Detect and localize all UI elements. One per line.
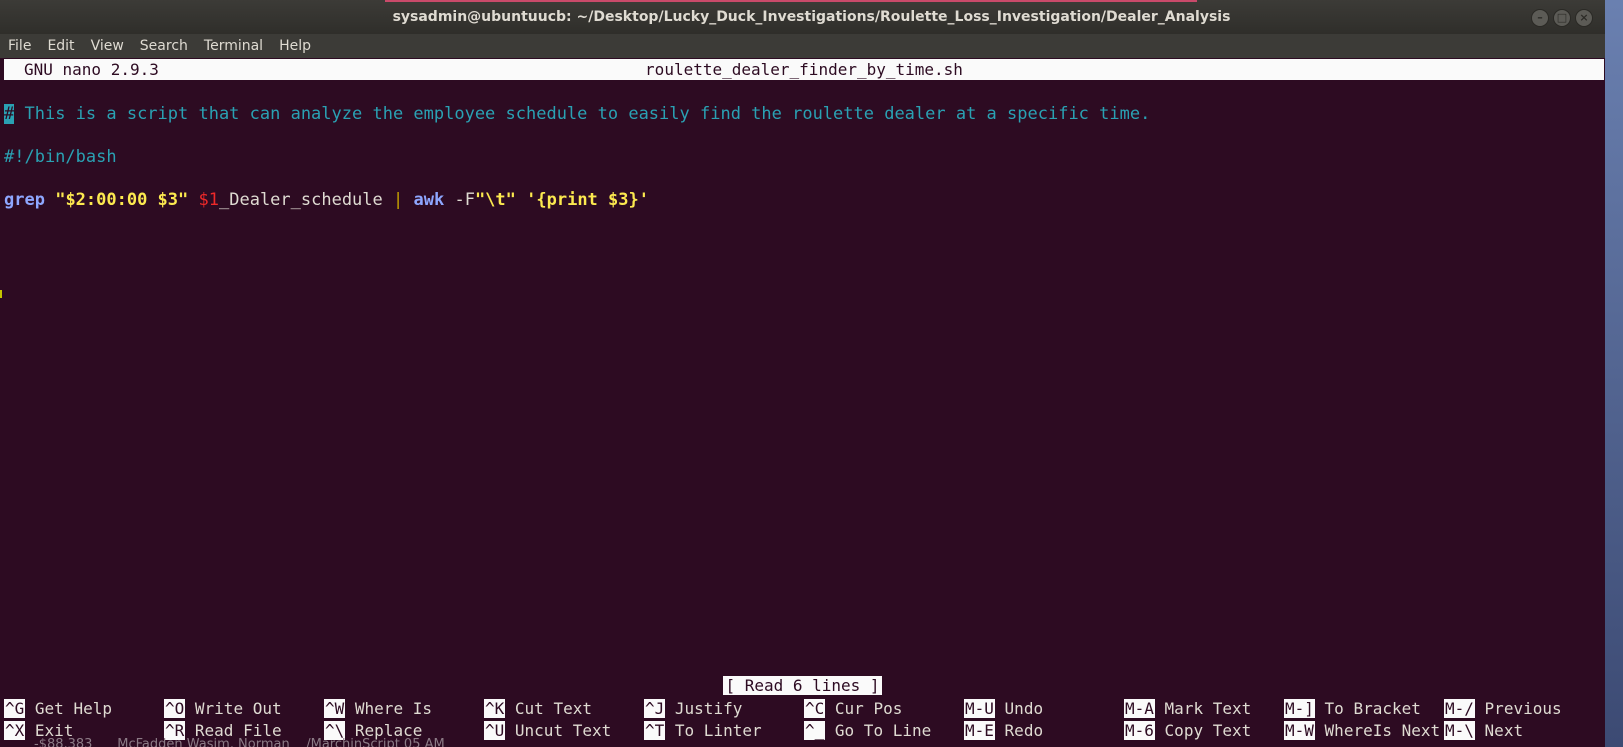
awk-keyword: awk — [413, 190, 445, 210]
background-window-text: -$88,383 McFadden Wasim, Norman /Marchin… — [34, 737, 445, 747]
shortcut-key: M-W — [1284, 721, 1315, 740]
shortcut-mark-text[interactable]: M-A Mark Text — [1124, 698, 1251, 720]
shortcut-redo[interactable]: M-E Redo — [964, 720, 1043, 742]
window-controls: – □ × — [1531, 9, 1593, 27]
shortcut-to-bracket[interactable]: M-] To Bracket — [1284, 698, 1421, 720]
menu-terminal[interactable]: Terminal — [196, 38, 271, 54]
shortcut-label: Copy Text — [1164, 721, 1252, 740]
shortcut-to-linter[interactable]: ^T To Linter — [644, 720, 762, 742]
shortcut-label: Undo — [1004, 699, 1044, 718]
margin-marker — [0, 290, 2, 298]
pipe-symbol: | — [393, 190, 404, 210]
terminal-window: sysadmin@ubuntuucb: ~/Desktop/Lucky_Duck… — [0, 0, 1623, 747]
editor-area[interactable]: # This is a script that can analyze the … — [4, 100, 1150, 210]
shortcut-key: ^K — [484, 699, 506, 718]
shortcut-go-to-line[interactable]: ^_ Go To Line — [804, 720, 931, 742]
shortcut-key: M-E — [964, 721, 995, 740]
status-message: [ Read 6 lines ] — [723, 676, 882, 695]
menu-edit[interactable]: Edit — [39, 38, 82, 54]
shortcut-label: Cut Text — [514, 699, 592, 718]
maximize-button[interactable]: □ — [1553, 9, 1571, 27]
shortcut-get-help[interactable]: ^G Get Help — [4, 698, 112, 720]
shortcut-label: Uncut Text — [514, 721, 612, 740]
shortcut-key: M-\ — [1444, 721, 1475, 740]
title-bar[interactable]: sysadmin@ubuntuucb: ~/Desktop/Lucky_Duck… — [0, 0, 1623, 34]
shortcut-undo[interactable]: M-U Undo — [964, 698, 1043, 720]
text-cursor: # — [4, 104, 15, 124]
shortcut-key: M-A — [1124, 699, 1155, 718]
shortcut-copy-text[interactable]: M-6 Copy Text — [1124, 720, 1251, 742]
shortcut-uncut-text[interactable]: ^U Uncut Text — [484, 720, 611, 742]
shortcut-write-out[interactable]: ^O Write Out — [164, 698, 282, 720]
shortcut-label: Justify — [674, 699, 743, 718]
status-line: [ Read 6 lines ] — [0, 676, 1605, 696]
shortcut-key: M-U — [964, 699, 995, 718]
shortcut-key: ^J — [644, 699, 666, 718]
shortcut-label: Where Is — [354, 699, 432, 718]
desktop-edge — [1605, 0, 1623, 747]
shortcut-label: Get Help — [34, 699, 112, 718]
menu-view[interactable]: View — [83, 38, 132, 54]
shortcut-key: ^O — [164, 699, 186, 718]
shortcut-key: M-6 — [1124, 721, 1155, 740]
menu-file[interactable]: File — [0, 38, 39, 54]
shortcut-label: Mark Text — [1164, 699, 1252, 718]
shortcut-label: Write Out — [194, 699, 282, 718]
awk-program: '{print $3}' — [526, 190, 649, 210]
shortcut-cur-pos[interactable]: ^C Cur Pos — [804, 698, 902, 720]
shortcut-key: ^G — [4, 699, 26, 718]
shortcut-key: ^T — [644, 721, 666, 740]
close-button[interactable]: × — [1575, 9, 1593, 27]
shortcut-whereis-next[interactable]: M-W WhereIs Next — [1284, 720, 1440, 742]
shortcut-key: ^X — [4, 721, 26, 740]
schedule-file: _Dealer_schedule — [219, 190, 393, 210]
menu-search[interactable]: Search — [132, 38, 196, 54]
shortcut-label: Cur Pos — [834, 699, 903, 718]
shortcut-label: Next — [1484, 721, 1524, 740]
nano-filename: roulette_dealer_finder_by_time.sh — [645, 60, 963, 79]
shortcut-key: ^C — [804, 699, 826, 718]
nano-header: GNU nano 2.9.3 roulette_dealer_finder_by… — [4, 59, 1604, 80]
shortcut-label: Redo — [1004, 721, 1044, 740]
shortcut-key: M-] — [1284, 699, 1315, 718]
grep-keyword: grep — [4, 190, 45, 210]
command-line[interactable]: grep "$2:00:00 $3" $1_Dealer_schedule | … — [4, 189, 649, 211]
shortcut-next[interactable]: M-\ Next — [1444, 720, 1523, 742]
shortcut-cut-text[interactable]: ^K Cut Text — [484, 698, 592, 720]
shortcut-label: WhereIs Next — [1324, 721, 1441, 740]
menu-help[interactable]: Help — [271, 38, 319, 54]
menu-bar: File Edit View Search Terminal Help — [0, 34, 1605, 58]
shortcut-label: Previous — [1484, 699, 1562, 718]
awk-flag: -F — [444, 190, 475, 210]
shortcut-key: ^W — [324, 699, 346, 718]
shortcut-label: To Bracket — [1324, 699, 1421, 718]
shortcut-key: ^U — [484, 721, 506, 740]
shebang-text: #!/bin/bash — [4, 147, 117, 167]
shortcut-previous[interactable]: M-/ Previous — [1444, 698, 1562, 720]
shortcut-key: M-/ — [1444, 699, 1475, 718]
awk-delimiter: "\t" — [474, 190, 516, 210]
shortcut-where-is[interactable]: ^W Where Is — [324, 698, 432, 720]
shortcut-key: ^_ — [804, 721, 826, 740]
minimize-button[interactable]: – — [1531, 9, 1549, 27]
shortcut-label: To Linter — [674, 721, 762, 740]
window-title: sysadmin@ubuntuucb: ~/Desktop/Lucky_Duck… — [392, 9, 1231, 25]
title-accent — [385, 0, 1197, 2]
grep-pattern: "$2:00:00 $3" — [55, 190, 189, 210]
comment-line[interactable]: # This is a script that can analyze the … — [4, 103, 1150, 125]
shortcut-justify[interactable]: ^J Justify — [644, 698, 742, 720]
shortcut-label: Go To Line — [834, 721, 932, 740]
comment-text: This is a script that can analyze the em… — [14, 104, 1151, 124]
shebang-line[interactable]: #!/bin/bash — [4, 146, 117, 168]
arg-variable: $1 — [198, 190, 219, 210]
